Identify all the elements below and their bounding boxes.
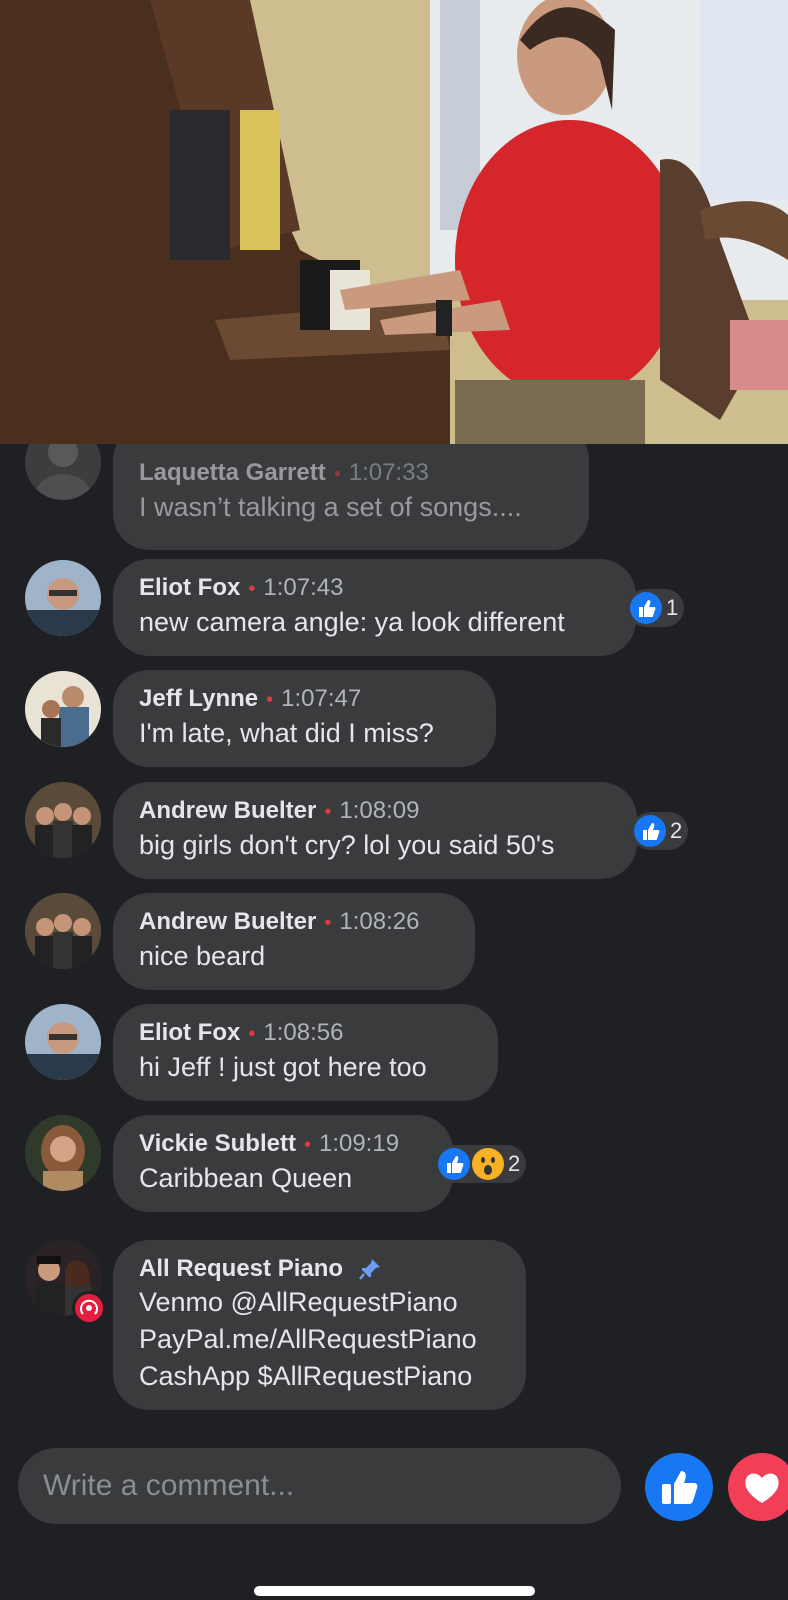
comment-author[interactable]: Eliot Fox (139, 1019, 240, 1046)
separator-dot: • (324, 801, 332, 823)
wow-reaction-icon (472, 1148, 504, 1180)
comment-author[interactable]: Jeff Lynne (139, 685, 258, 712)
comment-author[interactable]: Andrew Buelter (139, 908, 316, 935)
live-video-player[interactable] (0, 0, 788, 444)
pinned-line: Venmo @AllRequestPiano (139, 1287, 458, 1317)
avatar[interactable] (25, 893, 101, 969)
comment-list[interactable]: Laquetta Garrett • 1:07:33 I wasn’t talkin… (0, 444, 788, 1424)
reaction-summary[interactable]: 1 (627, 589, 685, 627)
comment-bubble[interactable]: Andrew Buelter • 1:08:26 nice beard (113, 893, 475, 990)
avatar[interactable] (25, 782, 101, 858)
separator-dot: • (248, 1023, 256, 1045)
pinned-line: CashApp $AllRequestPiano (139, 1361, 473, 1391)
avatar[interactable] (25, 671, 101, 747)
comment-bubble[interactable]: Jeff Lynne • 1:07:47 I'm late, what did I … (113, 670, 496, 767)
comment-time: 1:07:43 (263, 574, 344, 601)
pin-icon (357, 1256, 383, 1282)
comment-text: I'm late, what did I miss? (139, 718, 434, 748)
avatar[interactable] (25, 444, 101, 500)
like-reaction-icon (438, 1148, 470, 1180)
love-button[interactable] (728, 1453, 788, 1521)
live-broadcast-icon (72, 1291, 106, 1325)
comment-author[interactable]: Vickie Sublett (139, 1130, 296, 1157)
like-reaction-icon (630, 592, 662, 624)
comment-time: 1:08:09 (339, 797, 420, 824)
comment-text: Caribbean Queen (139, 1163, 353, 1193)
reaction-count: 1 (666, 595, 679, 620)
pinned-line: PayPal.me/AllRequestPiano (139, 1324, 477, 1354)
heart-icon (745, 1473, 779, 1503)
comment-author[interactable]: All Request Piano (139, 1254, 343, 1284)
comment-bubble[interactable]: Vickie Sublett • 1:09:19 Caribbean Queen (113, 1115, 453, 1212)
comment-time: 1:07:33 (348, 459, 429, 486)
comment-bubble[interactable]: All Request Piano Venmo @AllRequestPiano… (113, 1240, 526, 1410)
comment-time: 1:08:26 (339, 908, 420, 935)
comment-author[interactable]: Andrew Buelter (139, 797, 316, 824)
separator-dot: • (333, 463, 341, 485)
comment-text: new camera angle: ya look different (139, 607, 565, 637)
comment-time: 1:09:19 (318, 1130, 400, 1157)
avatar[interactable] (25, 1004, 101, 1080)
thumbs-up-icon (662, 1471, 698, 1504)
separator-dot: • (248, 578, 256, 600)
video-frame (0, 0, 788, 444)
comment-author[interactable]: Eliot Fox (139, 574, 240, 601)
separator-dot: • (266, 689, 274, 711)
avatar[interactable] (25, 560, 101, 636)
comment-input[interactable]: Write a comment... (18, 1448, 621, 1524)
comment-time: 1:07:47 (281, 685, 362, 712)
comment-bubble[interactable]: Eliot Fox • 1:07:43 new camera angle: ya l… (113, 559, 636, 656)
comment-text: I wasn’t talking a set of songs.... (139, 492, 522, 522)
like-reaction-icon (634, 815, 666, 847)
comment-time: 1:08:56 (263, 1019, 344, 1046)
comment-bubble[interactable]: Laquetta Garrett • 1:07:33 I wasn’t talkin… (113, 444, 589, 550)
comment-text: nice beard (139, 941, 266, 971)
reaction-count: 2 (508, 1151, 521, 1176)
comment-text: big girls don't cry? lol you said 50's (139, 830, 555, 860)
like-button[interactable] (645, 1453, 713, 1521)
reaction-summary[interactable]: 2 (435, 1145, 527, 1183)
reaction-summary[interactable]: 2 (631, 812, 689, 850)
comment-text: hi Jeff ! just got here too (139, 1052, 427, 1082)
comment-author[interactable]: Laquetta Garrett (139, 459, 326, 486)
comment-bubble[interactable]: Andrew Buelter • 1:08:09 big girls don't c… (113, 782, 637, 879)
separator-dot: • (324, 912, 332, 934)
separator-dot: • (303, 1134, 311, 1156)
home-indicator[interactable] (254, 1586, 535, 1596)
comment-bubble[interactable]: Eliot Fox • 1:08:56 hi Jeff ! just got her… (113, 1004, 498, 1101)
avatar[interactable] (25, 1115, 101, 1191)
reaction-count: 2 (670, 818, 683, 843)
